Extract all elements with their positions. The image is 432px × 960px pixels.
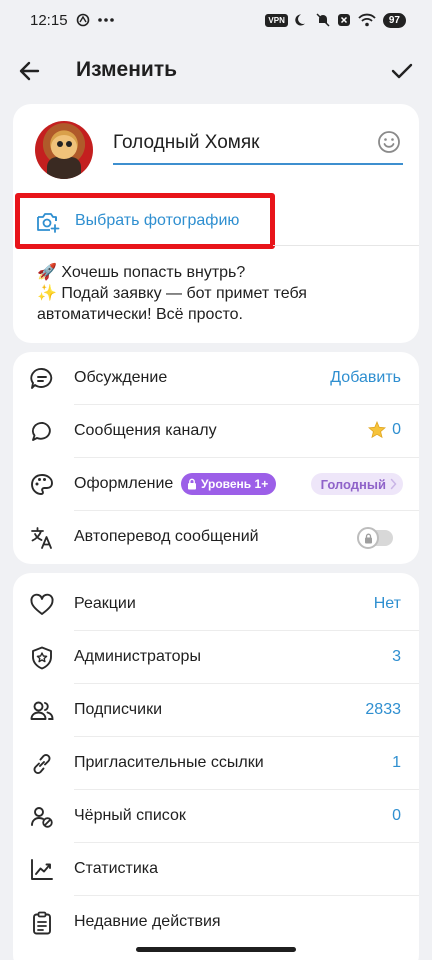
- admins-value: 3: [392, 648, 401, 665]
- app-header: Изменить: [0, 44, 432, 98]
- channel-description[interactable]: 🚀 Хочешь попасть внутрь? ✨ Подай заявку …: [37, 262, 407, 325]
- discussion-row[interactable]: Обсуждение Добавить: [13, 352, 419, 405]
- highlight-box: [15, 193, 275, 249]
- name-input-underline: [113, 163, 403, 165]
- save-check-icon[interactable]: [388, 57, 416, 85]
- battery-indicator: 97: [382, 12, 406, 28]
- admins-label: Администраторы: [74, 648, 201, 665]
- statistics-label: Статистика: [74, 860, 159, 877]
- wifi-icon: [358, 13, 376, 27]
- auto-translate-row[interactable]: Автоперевод сообщений: [13, 511, 419, 564]
- description-line-1: 🚀 Хочешь попасть внутрь?: [37, 264, 246, 281]
- no-sim-icon: [337, 13, 351, 27]
- appearance-label: Оформление: [74, 475, 174, 492]
- recent-actions-row[interactable]: Недавние действия: [13, 896, 419, 949]
- palette-icon: [29, 472, 55, 498]
- status-bar: 12:15 VPN 97: [0, 0, 432, 40]
- blacklist-value: 0: [392, 807, 401, 824]
- status-time: 12:15: [30, 11, 68, 29]
- emoji-icon[interactable]: [377, 130, 401, 154]
- more-notifications-icon: [97, 17, 114, 23]
- theme-badge[interactable]: Голодный: [310, 473, 403, 495]
- theme-badge-label: Голодный: [320, 476, 386, 492]
- invite-links-label: Пригласительные ссылки: [74, 754, 264, 771]
- divider: [273, 245, 419, 246]
- statistics-row[interactable]: Статистика: [13, 843, 419, 896]
- message-bubble-icon: [29, 419, 55, 445]
- shield-star-icon: [29, 645, 55, 671]
- subscribers-label: Подписчики: [74, 701, 163, 718]
- blacklist-row[interactable]: Чёрный список 0: [13, 790, 419, 843]
- discussion-value[interactable]: Добавить: [330, 369, 401, 387]
- manage-card: Реакции Нет Администраторы 3 Подписчики …: [13, 573, 419, 960]
- reactions-row[interactable]: Реакции Нет: [13, 578, 419, 631]
- level-badge-label: Уровень 1+: [201, 477, 269, 491]
- star-icon: [368, 421, 387, 439]
- stats-chart-icon: [29, 857, 55, 883]
- toggle-lock-icon: [357, 527, 379, 549]
- heart-icon: [29, 592, 55, 618]
- translate-icon: [29, 525, 55, 551]
- dnd-moon-icon: [295, 13, 309, 27]
- link-icon: [29, 751, 55, 777]
- discussion-label: Обсуждение: [74, 369, 168, 386]
- lock-icon: [187, 478, 197, 490]
- invite-links-row[interactable]: Пригласительные ссылки 1: [13, 737, 419, 790]
- users-icon: [29, 698, 55, 724]
- user-blocked-icon: [29, 804, 55, 830]
- subscribers-row[interactable]: Подписчики 2833: [13, 684, 419, 737]
- channel-messages-label: Сообщения каналу: [74, 422, 217, 439]
- profile-card: Голодный Хомяк Выбрать фотографию 🚀 Хоче…: [13, 104, 419, 343]
- settings-card: Обсуждение Добавить Сообщения каналу 0 О…: [13, 352, 419, 564]
- reactions-value: Нет: [373, 595, 401, 612]
- vpn-badge: VPN: [265, 13, 288, 27]
- appearance-row[interactable]: Оформление Уровень 1+ Голодный: [13, 458, 419, 511]
- subscribers-value: 2833: [365, 701, 401, 718]
- description-line-2: ✨ Подай заявку — бот примет тебя автомат…: [37, 285, 307, 323]
- level-badge: Уровень 1+: [181, 473, 277, 495]
- channel-messages-value: 0: [368, 421, 401, 439]
- auto-translate-toggle[interactable]: [357, 527, 393, 549]
- page-title: Изменить: [76, 58, 178, 81]
- mute-bell-icon: [316, 13, 330, 27]
- back-arrow-icon[interactable]: [16, 57, 44, 85]
- auto-translate-label: Автоперевод сообщений: [74, 528, 259, 545]
- admins-row[interactable]: Администраторы 3: [13, 631, 419, 684]
- stars-count: 0: [392, 421, 401, 438]
- blacklist-label: Чёрный список: [74, 807, 186, 824]
- clipboard-icon: [29, 910, 55, 936]
- channel-name-input[interactable]: Голодный Хомяк: [113, 132, 373, 154]
- reactions-label: Реакции: [74, 595, 136, 612]
- home-indicator[interactable]: [136, 947, 296, 952]
- channel-avatar[interactable]: [35, 121, 93, 179]
- channel-messages-row[interactable]: Сообщения каналу 0: [13, 405, 419, 458]
- chat-bubble-icon: [29, 366, 55, 392]
- recent-actions-label: Недавние действия: [74, 913, 221, 930]
- notification-icon: [76, 13, 90, 27]
- invite-links-value: 1: [392, 754, 401, 771]
- chevron-right-icon: [390, 478, 397, 490]
